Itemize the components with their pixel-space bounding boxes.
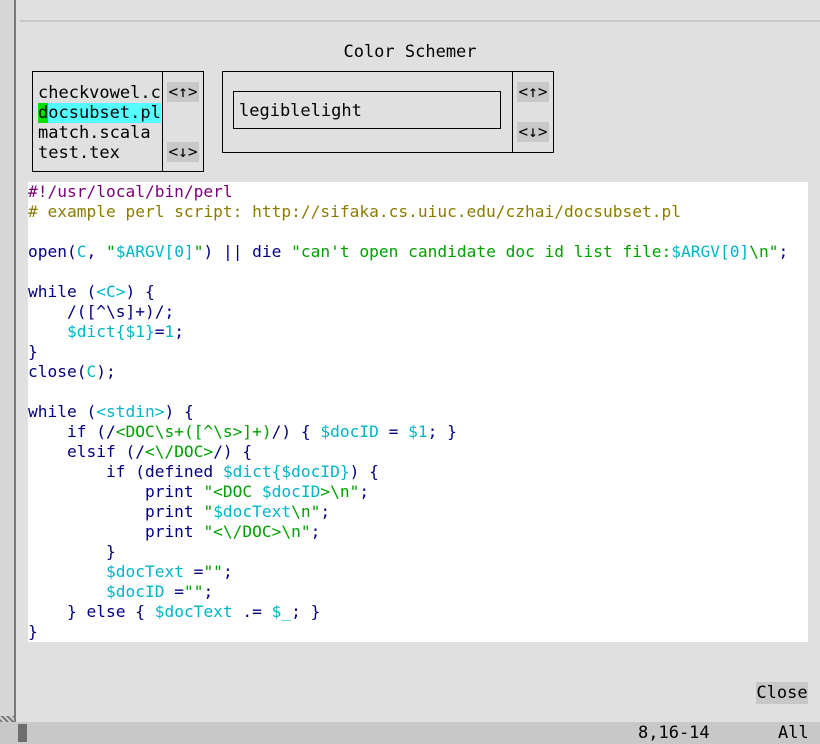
file-list-items: checkvowel.c docsubset.pl match.scala te… — [38, 83, 161, 163]
close-button[interactable]: Close — [756, 682, 808, 704]
scroll-indicator: All — [778, 723, 809, 743]
window-separator — [14, 0, 16, 744]
file-item[interactable]: test.tex — [38, 143, 161, 163]
code-preview[interactable]: #!/usr/local/bin/perl # example perl scr… — [28, 182, 808, 642]
file-item-cursor: d — [38, 103, 49, 123]
scheme-selector[interactable]: legiblelight <↑> <↓> — [222, 71, 554, 153]
file-list-down-button[interactable]: <↓> — [167, 142, 199, 162]
dialog-title: Color Schemer — [343, 42, 477, 62]
cursor-position: 8,16-14 — [638, 723, 710, 743]
file-list[interactable]: checkvowel.c docsubset.pl match.scala te… — [32, 71, 204, 172]
cursor-block — [18, 724, 27, 742]
file-list-up-button[interactable]: <↑> — [167, 82, 199, 102]
status-line: 8,16-14 All — [0, 722, 820, 744]
scheme-divider — [512, 72, 513, 152]
file-item[interactable]: checkvowel.c — [38, 83, 161, 103]
top-divider — [20, 20, 820, 22]
file-list-divider — [162, 72, 163, 171]
scheme-down-button[interactable]: <↓> — [517, 122, 549, 142]
scheme-up-button[interactable]: <↑> — [517, 82, 549, 102]
code-text: #!/usr/local/bin/perl # example perl scr… — [28, 182, 789, 641]
file-item[interactable]: match.scala — [38, 123, 161, 143]
file-item-selected[interactable]: docsubset.pl — [38, 103, 161, 123]
window-top-bar — [0, 0, 820, 22]
file-item-selected-rest: ocsubset.pl — [48, 103, 161, 123]
left-gutter — [0, 0, 14, 744]
scheme-field[interactable]: legiblelight — [233, 91, 501, 129]
